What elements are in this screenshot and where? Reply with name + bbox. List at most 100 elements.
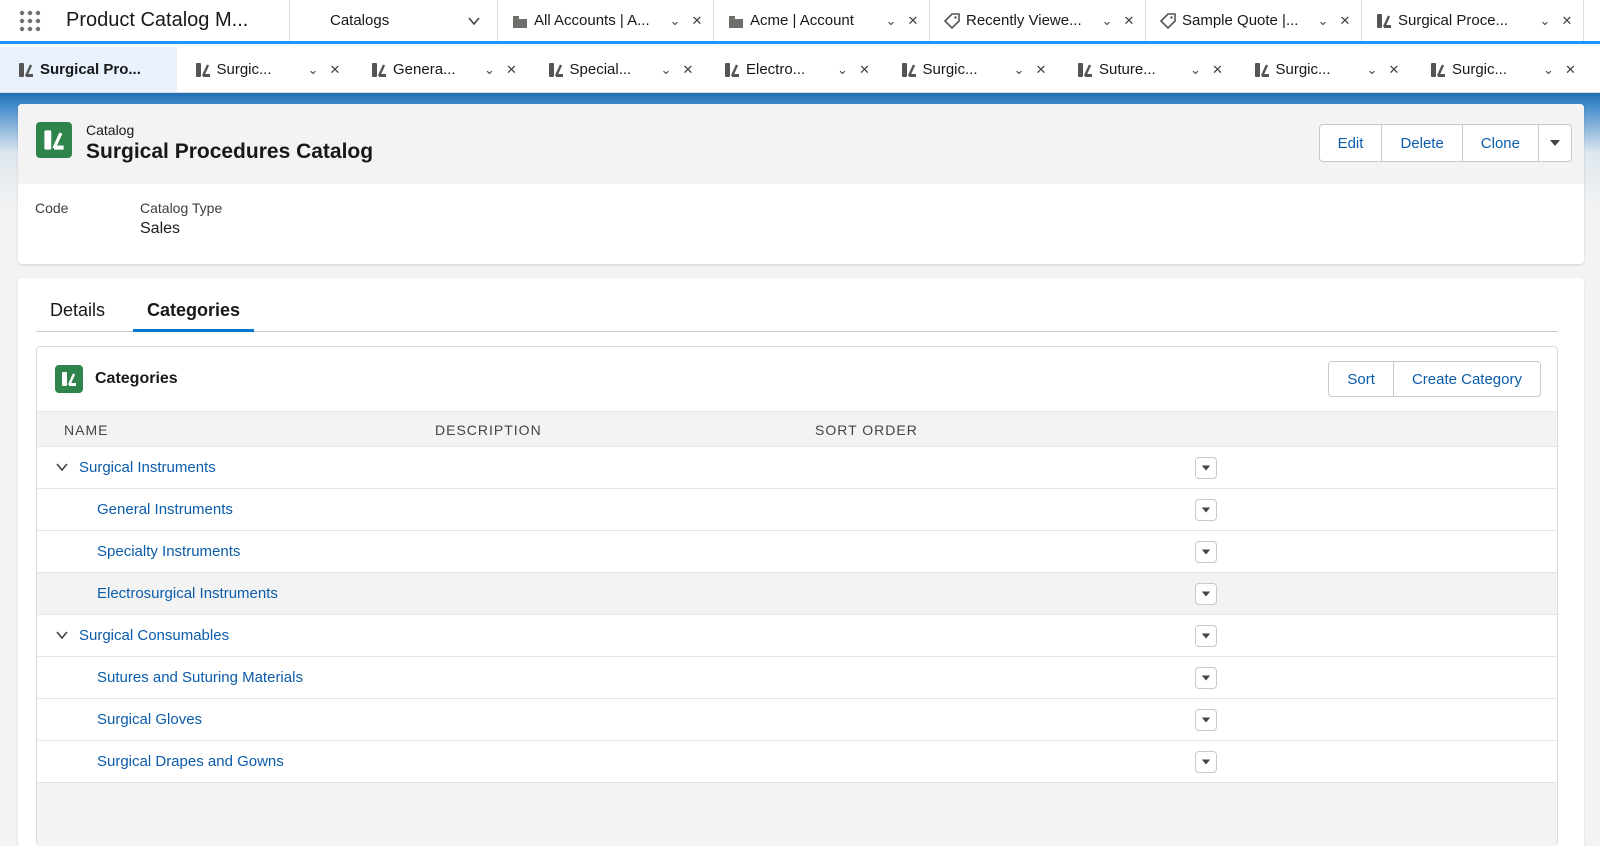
record-tabs: Details Categories <box>36 296 1558 332</box>
column-header-description[interactable]: DESCRIPTION <box>435 422 542 438</box>
caret-down-icon <box>1201 675 1211 681</box>
chevron-down-icon[interactable]: ⌄ <box>1188 62 1204 78</box>
workspace-tab-recently-viewed[interactable]: Recently Viewe... ⌄ ✕ <box>930 0 1146 41</box>
close-icon[interactable]: ✕ <box>1210 62 1226 78</box>
close-icon[interactable]: ✕ <box>680 62 696 78</box>
close-icon[interactable]: ✕ <box>1386 62 1402 78</box>
subtab-label: Genera... <box>393 61 456 78</box>
close-icon[interactable]: ✕ <box>1559 13 1575 29</box>
chevron-down-icon[interactable]: ⌄ <box>1537 13 1553 29</box>
close-icon[interactable]: ✕ <box>1563 62 1579 78</box>
subtab-suture[interactable]: Suture... ⌄ ✕ <box>1059 47 1236 92</box>
quote-icon <box>1160 12 1176 29</box>
subtab-label: Electro... <box>746 61 806 78</box>
categories-related-list: Categories Sort Create Category NAME DES… <box>36 346 1558 846</box>
create-category-button[interactable]: Create Category <box>1394 362 1540 396</box>
row-actions-button[interactable] <box>1195 583 1217 605</box>
close-icon[interactable]: ✕ <box>905 13 921 29</box>
catalog-icon <box>548 62 563 77</box>
chevron-down-icon[interactable]: ⌄ <box>1011 62 1027 78</box>
category-link[interactable]: Surgical Gloves <box>97 711 202 728</box>
subtab-label: Surgic... <box>922 61 978 78</box>
record-header: Catalog Surgical Procedures Catalog Edit… <box>18 104 1584 264</box>
category-link[interactable]: Electrosurgical Instruments <box>97 585 278 602</box>
workspace-tab-all-accounts[interactable]: All Accounts | A... ⌄ ✕ <box>498 0 714 41</box>
chevron-down-icon[interactable]: ⌄ <box>482 62 498 78</box>
subtab-label: Surgic... <box>216 61 272 78</box>
subtab-surgical-2[interactable]: Surgic... ⌄ ✕ <box>883 47 1060 92</box>
subtab-label: Surgic... <box>1275 61 1331 78</box>
chevron-down-icon[interactable]: ⌄ <box>1315 13 1331 29</box>
caret-down-icon <box>1201 549 1211 555</box>
tab-categories[interactable]: Categories <box>133 296 255 332</box>
workspace-tab-acme[interactable]: Acme | Account ⌄ ✕ <box>714 0 930 41</box>
caret-down-icon <box>1201 633 1211 639</box>
workspace-tab-surgical-procedures[interactable]: Surgical Proce... ⌄ ✕ <box>1362 0 1584 41</box>
table-header: NAME DESCRIPTION SORT ORDER <box>37 411 1557 447</box>
delete-button[interactable]: Delete <box>1382 125 1463 161</box>
close-icon[interactable]: ✕ <box>327 62 343 78</box>
subtab-surgical-3[interactable]: Surgic... ⌄ ✕ <box>1236 47 1413 92</box>
chevron-down-icon[interactable]: ⌄ <box>658 62 674 78</box>
close-icon[interactable]: ✕ <box>1121 13 1137 29</box>
sort-button[interactable]: Sort <box>1329 362 1394 396</box>
row-actions-button[interactable] <box>1195 625 1217 647</box>
chevron-down-icon[interactable]: ⌄ <box>1364 62 1380 78</box>
category-link[interactable]: Specialty Instruments <box>97 543 240 560</box>
edit-button[interactable]: Edit <box>1320 125 1383 161</box>
categories-tree: Surgical Instruments General Instruments… <box>37 447 1557 783</box>
catalog-icon <box>44 130 64 150</box>
category-link[interactable]: Sutures and Suturing Materials <box>97 669 303 686</box>
subtab-electro[interactable]: Electro... ⌄ ✕ <box>706 47 883 92</box>
chevron-down-icon[interactable]: ⌄ <box>883 13 899 29</box>
close-icon[interactable]: ✕ <box>1337 13 1353 29</box>
record-body: Details Categories Categories Sort Creat… <box>18 278 1584 846</box>
subtab-specialty[interactable]: Special... ⌄ ✕ <box>530 47 707 92</box>
workspace-tab-sample-quote[interactable]: Sample Quote |... ⌄ ✕ <box>1146 0 1362 41</box>
workspace-tab-label: Sample Quote |... <box>1182 12 1299 29</box>
chevron-down-icon[interactable] <box>55 460 69 474</box>
chevron-down-icon[interactable]: ⌄ <box>1099 13 1115 29</box>
table-row: Surgical Drapes and Gowns <box>37 741 1557 783</box>
subtab-surgical-4[interactable]: Surgic... ⌄ ✕ <box>1412 47 1589 92</box>
clone-button[interactable]: Clone <box>1463 125 1539 161</box>
subtab-surgical-procedures[interactable]: Surgical Pro... <box>0 47 177 92</box>
close-icon[interactable]: ✕ <box>504 62 520 78</box>
subtab-general[interactable]: Genera... ⌄ ✕ <box>353 47 530 92</box>
workspace-tab-label: Surgical Proce... <box>1398 12 1509 29</box>
table-row: Surgical Gloves <box>37 699 1557 741</box>
app-launcher-button[interactable] <box>0 0 60 41</box>
account-icon <box>729 15 743 28</box>
subtab-label: Suture... <box>1099 61 1156 78</box>
subtab-surgical-1[interactable]: Surgic... ⌄ ✕ <box>177 47 354 92</box>
tab-details[interactable]: Details <box>36 296 119 332</box>
catalog-icon <box>195 62 210 77</box>
chevron-down-icon[interactable]: ⌄ <box>835 62 851 78</box>
chevron-down-icon[interactable]: ⌄ <box>667 13 683 29</box>
row-actions-button[interactable] <box>1195 457 1217 479</box>
column-header-sort-order[interactable]: SORT ORDER <box>815 422 918 438</box>
row-actions-button[interactable] <box>1195 751 1217 773</box>
close-icon[interactable]: ✕ <box>1033 62 1049 78</box>
column-header-name[interactable]: NAME <box>64 422 108 438</box>
category-link[interactable]: Surgical Consumables <box>79 627 229 644</box>
row-actions-button[interactable] <box>1195 667 1217 689</box>
catalog-icon <box>1377 13 1391 28</box>
navigation-menu[interactable]: Catalogs <box>290 0 498 41</box>
category-link[interactable]: General Instruments <box>97 501 233 518</box>
close-icon[interactable]: ✕ <box>689 13 705 29</box>
chevron-down-icon[interactable]: ⌄ <box>305 62 321 78</box>
more-actions-button[interactable] <box>1539 125 1571 161</box>
catalog-icon <box>1078 62 1092 77</box>
row-actions-button[interactable] <box>1195 709 1217 731</box>
chevron-down-icon[interactable]: ⌄ <box>1541 62 1557 78</box>
close-icon[interactable]: ✕ <box>857 62 873 78</box>
row-actions-button[interactable] <box>1195 499 1217 521</box>
row-actions-button[interactable] <box>1195 541 1217 563</box>
catalog-icon <box>372 62 386 77</box>
catalog-icon <box>725 62 739 77</box>
category-link[interactable]: Surgical Drapes and Gowns <box>97 753 284 770</box>
category-link[interactable]: Surgical Instruments <box>79 459 216 476</box>
app-name: Product Catalog M... <box>60 0 290 41</box>
chevron-down-icon[interactable] <box>55 628 69 642</box>
